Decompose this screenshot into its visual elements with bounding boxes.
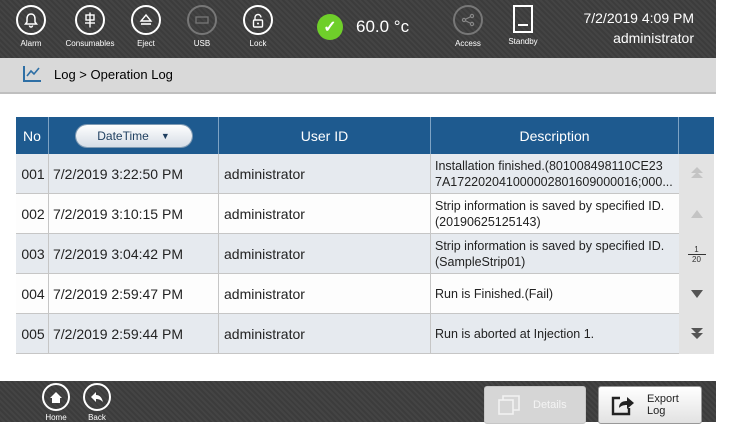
access-label: Access [455,39,481,48]
datetime-sort-label: DateTime [97,128,149,143]
standby-icon [513,5,533,33]
row-no: 002 [16,194,49,233]
top-toolbar: Alarm Consumables Eject USB Lock ✓ 60.0 … [0,0,716,58]
page-indicator: 1 20 [679,234,714,274]
double-chevron-up-icon [690,166,704,183]
header-no: No [16,117,49,154]
back-arrow-icon [83,383,111,411]
chevron-down-icon [690,286,704,302]
table-scrollbar: 1 20 [679,154,714,354]
table-row[interactable]: 005 7/2/2019 2:59:44 PM administrator Ru… [16,314,679,354]
header-user: User ID [219,117,431,154]
consumables-label: Consumables [65,39,115,48]
row-datetime: 7/2/2019 3:22:50 PM [49,154,219,193]
home-label: Home [45,413,67,422]
row-description: Installation finished.(801008498110CE23 … [435,158,673,189]
row-datetime: 7/2/2019 3:10:15 PM [49,194,219,233]
current-datetime: 7/2/2019 4:09 PM [583,10,694,26]
scroll-up-button[interactable] [679,194,714,234]
row-no: 004 [16,274,49,313]
access-share-icon [453,5,483,35]
consumables-button[interactable]: Consumables [62,5,118,48]
total-pages: 20 [692,254,701,264]
row-description: Run is aborted at Injection 1. [435,326,595,341]
row-user: administrator [219,154,431,193]
row-no: 003 [16,234,49,273]
bottom-toolbar: Home Back Details Export Log [0,381,716,424]
usb-button[interactable]: USB [174,5,230,48]
scroll-down-button[interactable] [679,274,714,314]
header-scroll-spacer [679,117,714,154]
eject-icon [131,5,161,35]
details-label: Details [533,399,567,411]
header-datetime-cell: DateTime ▼ [49,117,219,154]
current-user: administrator [613,30,694,46]
table-row[interactable]: 001 7/2/2019 3:22:50 PM administrator In… [16,154,679,194]
chevron-down-icon: ▼ [160,130,170,141]
export-log-button[interactable]: Export Log [598,386,702,424]
row-user: administrator [219,314,431,353]
row-datetime: 7/2/2019 3:04:42 PM [49,234,219,273]
row-user: administrator [219,194,431,233]
home-button[interactable]: Home [36,383,76,422]
clock: 7/2/2019 4:09 PM administrator [583,8,694,48]
row-description: Run is Finished.(Fail) [435,286,554,301]
row-no: 001 [16,154,49,193]
table-row[interactable]: 002 7/2/2019 3:10:15 PM administrator St… [16,194,679,234]
temperature-value: 60.0 °c [356,17,410,36]
row-description: Strip information is saved by specified … [435,198,665,229]
alarm-button[interactable]: Alarm [3,5,59,48]
table-row[interactable]: 003 7/2/2019 3:04:42 PM administrator St… [16,234,679,274]
chart-icon [23,66,41,82]
row-description: Strip information is saved by specified … [435,238,665,269]
row-user: administrator [219,234,431,273]
scroll-bottom-button[interactable] [679,314,714,354]
lock-label: Lock [249,39,267,48]
header-description: Description [431,117,679,154]
bell-icon [16,5,46,35]
export-label: Export Log [647,393,679,417]
datetime-sort-dropdown[interactable]: DateTime ▼ [75,124,192,147]
table-row[interactable]: 004 7/2/2019 2:59:47 PM administrator Ru… [16,274,679,314]
lock-button[interactable]: Lock [230,5,286,48]
alarm-label: Alarm [20,39,42,48]
details-window-icon [495,392,523,418]
back-label: Back [88,413,106,422]
standby-label: Standby [508,37,538,46]
eject-label: Eject [137,39,155,48]
usb-icon [187,5,217,35]
lock-icon [243,5,273,35]
row-datetime: 7/2/2019 2:59:47 PM [49,274,219,313]
consumables-icon [75,5,105,35]
breadcrumb: Log > Operation Log [54,67,173,82]
access-button[interactable]: Access [440,5,496,48]
check-icon: ✓ [317,14,343,40]
row-user: administrator [219,274,431,313]
log-table: 001 7/2/2019 3:22:50 PM administrator In… [16,154,679,354]
home-icon [42,383,70,411]
row-no: 005 [16,314,49,353]
scroll-top-button[interactable] [679,154,714,194]
back-button[interactable]: Back [77,383,117,422]
export-icon [609,392,637,418]
row-datetime: 7/2/2019 2:59:44 PM [49,314,219,353]
table-header: No DateTime ▼ User ID Description [16,117,714,154]
eject-button[interactable]: Eject [118,5,174,48]
details-button[interactable]: Details [484,386,586,424]
chevron-up-icon [690,206,704,222]
standby-button[interactable]: Standby [495,5,551,46]
double-chevron-down-icon [690,326,704,343]
current-page: 1 [687,245,706,255]
temperature-status: ✓ 60.0 °c [317,14,409,40]
breadcrumb-bar: Log > Operation Log [0,58,716,94]
usb-label: USB [193,39,211,48]
